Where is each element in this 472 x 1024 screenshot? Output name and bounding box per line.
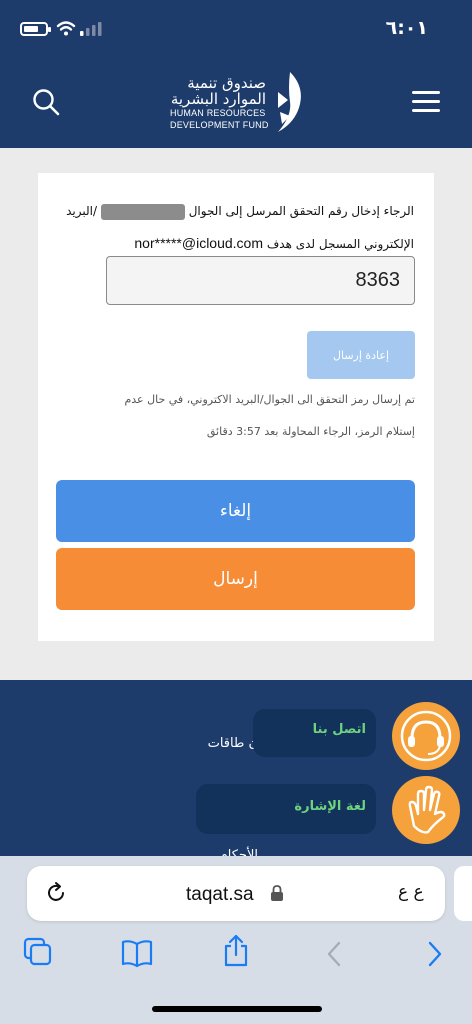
resend-note: تم إرسال رمز التحقق الى الجوال/البريد ال…	[55, 384, 415, 448]
status-time: ٦:٠١	[385, 17, 428, 39]
sign-language-label[interactable]: لغة الإشارة	[196, 784, 376, 834]
hrdf-logo[interactable]: صندوق تنمية الموارد البشرية HUMAN RESOUR…	[168, 70, 308, 140]
share-icon[interactable]	[222, 934, 250, 968]
send-button[interactable]: إرسال	[56, 548, 415, 610]
logo-arabic-line-2: الموارد البشرية	[170, 90, 266, 108]
url-text[interactable]: taqat.sa	[186, 884, 254, 906]
contact-us-button[interactable]	[392, 702, 460, 770]
site-header: صندوق تنمية الموارد البشرية HUMAN RESOUR…	[0, 60, 472, 148]
verification-card: الرجاء إدخال رقم التحقق المرسل إلى الجوا…	[38, 173, 434, 641]
battery-icon	[20, 22, 51, 36]
menu-icon[interactable]	[412, 90, 440, 114]
forward-icon[interactable]	[425, 940, 445, 968]
instruction-part-1: الرجاء إدخال رقم التحقق المرسل إلى الجوا…	[188, 204, 414, 218]
status-bar: ٦:٠١	[0, 0, 472, 60]
verification-code-input[interactable]	[106, 256, 415, 305]
resend-note-line-1: تم إرسال رمز التحقق الى الجوال/البريد ال…	[124, 393, 415, 406]
cancel-button[interactable]: إلغاء	[56, 480, 415, 542]
hrdf-logo-icon	[278, 72, 301, 132]
home-indicator[interactable]	[152, 1006, 322, 1012]
lock-icon	[271, 885, 283, 901]
headset-icon	[400, 710, 452, 762]
tabs-icon[interactable]	[22, 936, 54, 968]
logo-english-line-1: HUMAN RESOURCES	[170, 108, 266, 118]
resend-note-line-2: إستلام الرمز، الرجاء المحاولة بعد 3:57 د…	[206, 425, 415, 438]
text-size-button[interactable]: ع ع	[398, 882, 424, 902]
logo-english-line-2: DEVELOPMENT FUND	[170, 120, 269, 130]
sign-language-button[interactable]	[392, 776, 460, 844]
resend-button[interactable]: إعادة إرسال	[307, 331, 415, 379]
contact-us-label[interactable]: اتصل بنا	[253, 709, 376, 757]
masked-email: nor*****@icloud.com	[134, 235, 263, 251]
footer-link-partial[interactable]: ن طاقات	[208, 736, 258, 751]
next-tab-preview[interactable]	[454, 866, 472, 921]
verification-instruction: الرجاء إدخال رقم التحقق المرسل إلى الجوا…	[54, 195, 414, 260]
wifi-icon	[56, 21, 76, 36]
signal-icon	[80, 22, 102, 36]
redacted-phone-number	[100, 203, 185, 220]
reload-icon[interactable]	[44, 881, 68, 905]
search-icon[interactable]	[32, 88, 60, 116]
back-icon[interactable]	[324, 940, 344, 968]
sign-language-hand-icon	[408, 785, 446, 834]
bookmarks-icon[interactable]	[120, 938, 154, 968]
